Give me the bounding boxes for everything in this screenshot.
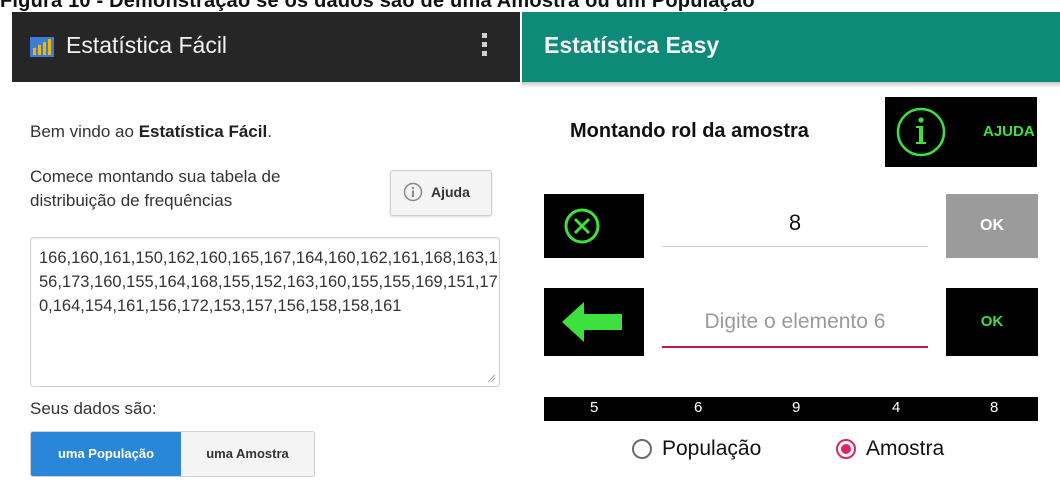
population-option[interactable]: uma População <box>31 432 181 476</box>
rol-value: 9 <box>792 399 801 416</box>
welcome-app-name: Estatística Fácil <box>138 122 268 141</box>
welcome-text: Bem vindo ao Estatística Fácil. <box>30 122 272 142</box>
app-title: Estatística Fácil <box>66 32 228 58</box>
welcome-suffix: . <box>267 122 272 141</box>
app-bar: Estatística Easy <box>522 12 1060 82</box>
data-type-toggle: uma População uma Amostra <box>30 431 315 477</box>
figure-caption: Figura 10 - Demonstração se os dados são… <box>0 0 755 12</box>
data-textarea[interactable]: 166,160,161,150,162,160,165,167,164,160,… <box>30 237 500 387</box>
rol-value: 8 <box>990 399 999 416</box>
radio-circle <box>632 439 652 459</box>
arrow-left-icon <box>562 302 622 342</box>
radio-circle-selected <box>836 439 856 459</box>
element-input-placeholder: Digite o elemento 6 <box>704 310 886 333</box>
info-icon <box>403 182 423 202</box>
clear-button[interactable] <box>544 194 644 258</box>
radio-population-label: População <box>662 437 762 460</box>
radio-population[interactable]: População <box>632 434 802 466</box>
resize-grip-icon[interactable] <box>486 373 496 383</box>
help-button[interactable]: Ajuda <box>390 170 492 216</box>
screen-heading: Montando rol da amostra <box>570 120 809 142</box>
app-bar-shadow <box>522 82 1060 88</box>
rol-values-bar: 5 6 9 4 8 <box>544 397 1038 421</box>
radio-sample[interactable]: Amostra <box>836 434 996 466</box>
help-label: Ajuda <box>431 184 470 200</box>
app-bar: Estatística Fácil <box>12 12 520 82</box>
data-type-radio-group: População Amostra <box>632 434 1032 466</box>
start-instructions: Comece montando sua tabela de distribuiç… <box>30 167 281 210</box>
data-values: 166,160,161,150,162,160,165,167,164,160,… <box>39 249 498 315</box>
current-value: 8 <box>788 210 802 235</box>
back-button[interactable] <box>544 288 644 356</box>
welcome-prefix: Bem vindo ao <box>30 122 139 141</box>
bar-chart-icon <box>30 37 54 57</box>
current-value-field: 8 <box>662 202 928 247</box>
element-input[interactable]: Digite o elemento 6 <box>662 302 928 348</box>
your-data-label: Seus dados são: <box>30 399 157 418</box>
info-icon <box>896 107 946 157</box>
help-label: AJUDA <box>983 123 1035 140</box>
estatistica-easy-screen: Estatística Easy Montando rol da amostra… <box>522 12 1060 485</box>
help-button[interactable]: AJUDA <box>885 97 1037 167</box>
clear-icon <box>564 208 600 244</box>
rol-value: 5 <box>590 399 599 416</box>
estatistica-facil-screen: Estatística Fácil Bem vindo ao Estatísti… <box>12 12 520 485</box>
app-title: Estatística Easy <box>544 32 720 58</box>
radio-sample-label: Amostra <box>866 437 945 460</box>
rol-value: 6 <box>694 399 703 416</box>
ok-button-disabled[interactable]: OK <box>946 194 1038 258</box>
ok-button[interactable]: OK <box>946 288 1038 356</box>
more-vertical-icon[interactable] <box>478 30 490 64</box>
rol-value: 4 <box>892 399 901 416</box>
sample-option[interactable]: uma Amostra <box>181 432 314 476</box>
